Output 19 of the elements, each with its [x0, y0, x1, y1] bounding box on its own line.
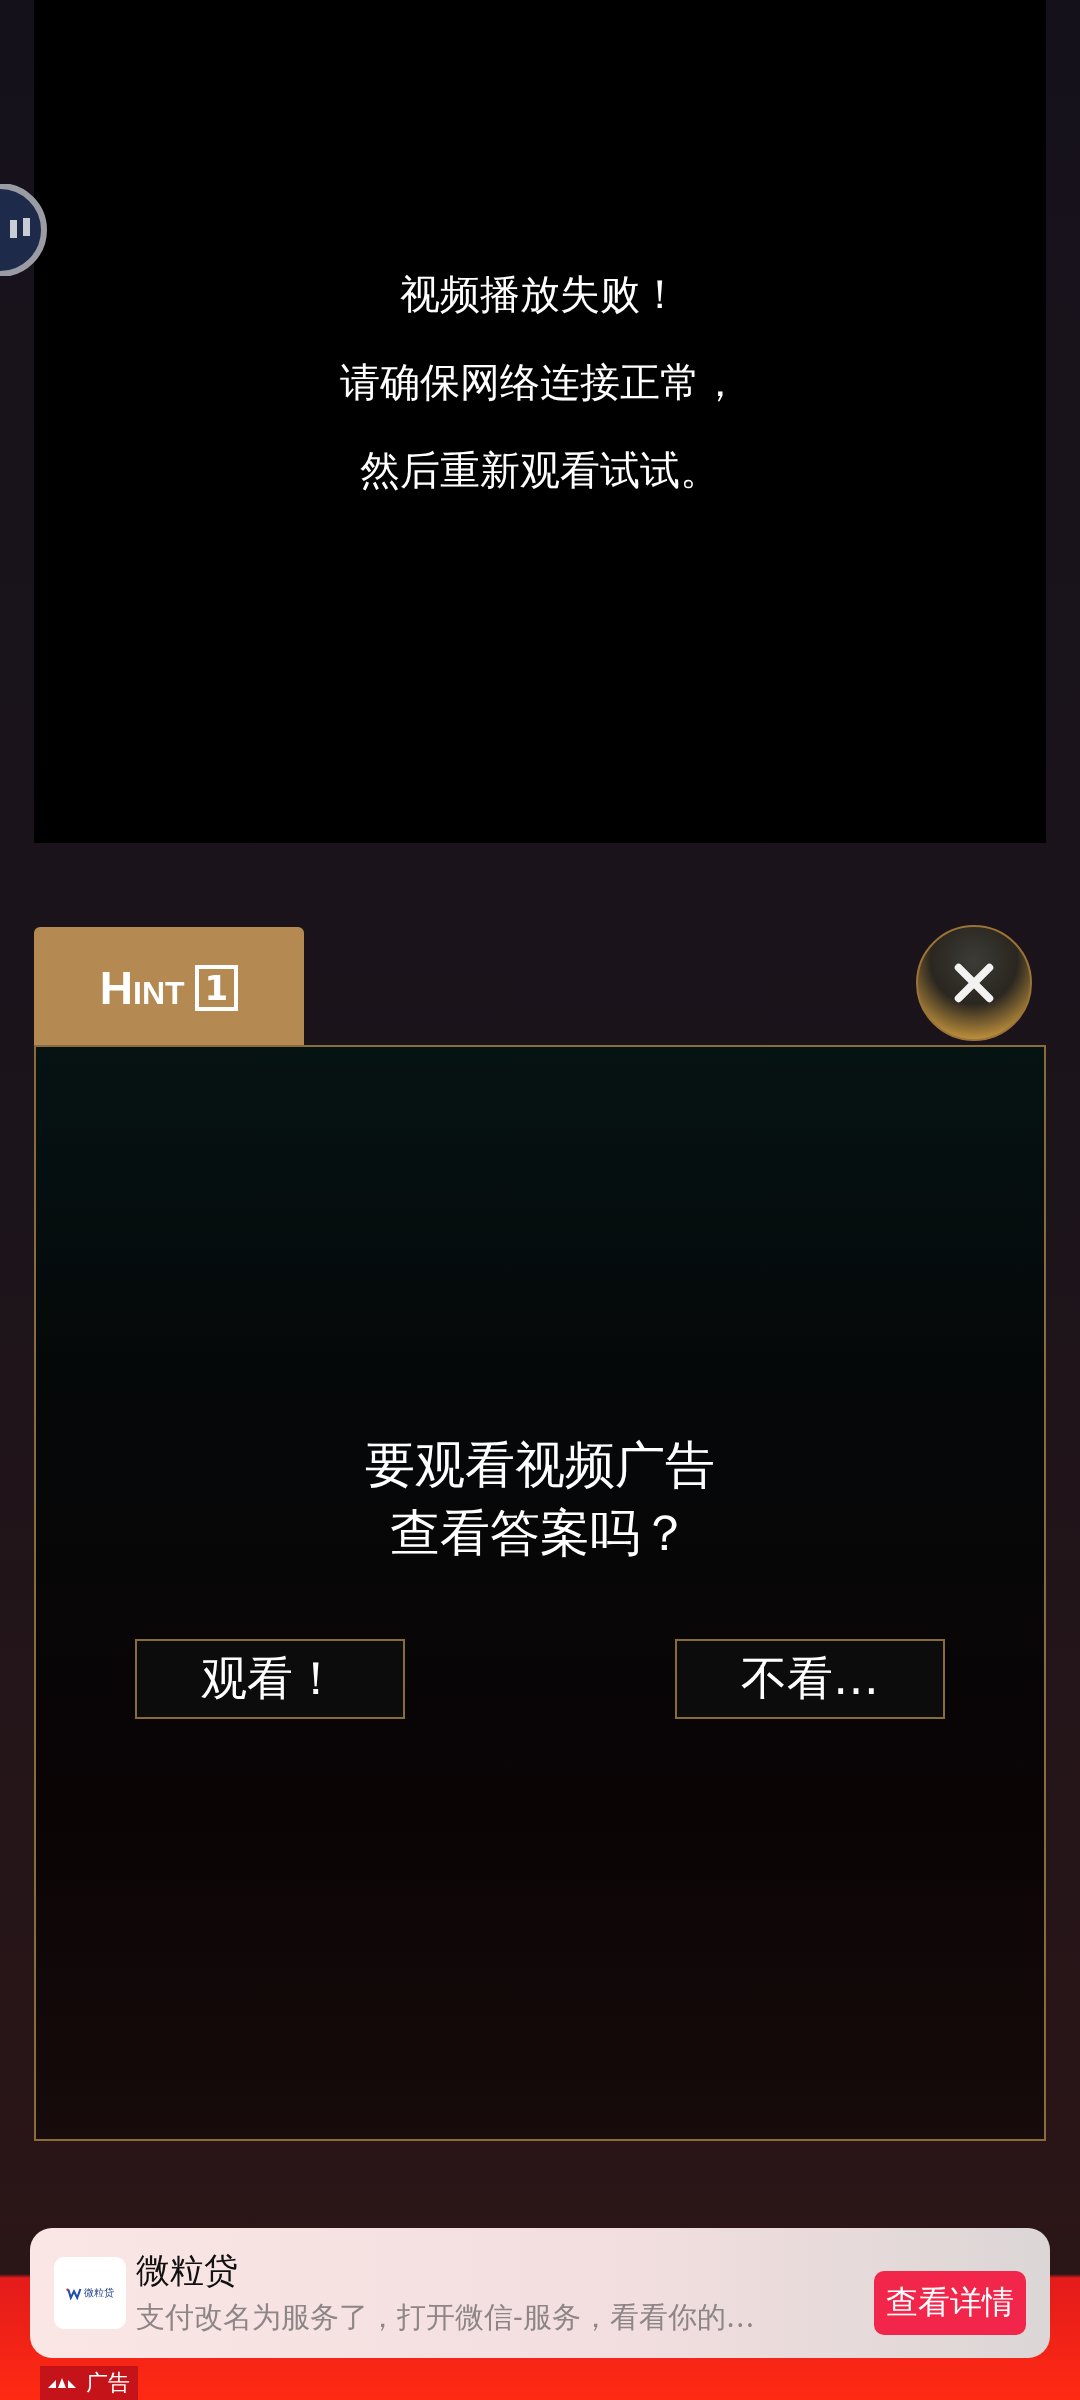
question-text: 要观看视频广告: [365, 1437, 715, 1493]
logo-text: 微粒贷: [84, 2286, 114, 2300]
ad-label-text: 广告: [86, 2369, 130, 2397]
pause-icon[interactable]: [0, 184, 48, 276]
view-details-button[interactable]: 查看详情: [874, 2271, 1026, 2335]
dialog-button[interactable]: 不看…: [675, 1639, 945, 1719]
ad-card[interactable]: 微粒贷 微粒贷 支付改名为服务了，打开微信-服务，看看你的… 查看详情: [30, 2228, 1050, 2358]
error-message: 视频播放失败！: [400, 271, 680, 316]
ad-title: 微粒贷: [136, 2249, 239, 2292]
hint-number: 1: [194, 965, 239, 1011]
ad-description: 支付改名为服务了，打开微信-服务，看看你的…: [136, 2299, 756, 2336]
ad-icon: [48, 2377, 78, 2389]
question-text: 查看答案吗？: [390, 1505, 690, 1561]
error-message: 然后重新观看试试。: [360, 447, 720, 492]
error-message: 请确保网络连接正常，: [340, 359, 740, 404]
logo-icon: [66, 2286, 82, 2300]
dialog-button[interactable]: 观看！: [135, 1639, 405, 1719]
hint-label: Hint: [99, 961, 185, 1015]
close-icon: [952, 961, 996, 1005]
